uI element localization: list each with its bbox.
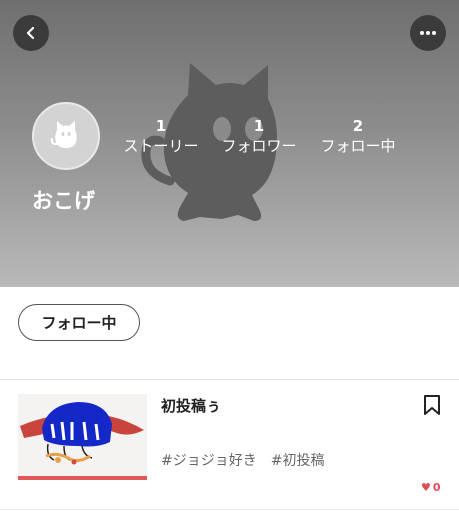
card-divider [0, 509, 459, 510]
more-horizontal-icon [420, 31, 436, 35]
stat-following[interactable]: 2 フォロー中 [316, 117, 400, 156]
story-card[interactable]: 初投稿ぅ #ジョジョ好き #初投稿 ♥ 0 [0, 380, 459, 512]
story-tags: #ジョジョ好き #初投稿 [161, 450, 324, 470]
stat-followers[interactable]: 1 フォロワー [217, 117, 301, 156]
story-likes: ♥ 0 [421, 481, 441, 494]
stat-stories-label: ストーリー [123, 137, 199, 155]
stat-following-label: フォロー中 [320, 137, 396, 155]
story-tag[interactable]: #ジョジョ好き [161, 450, 257, 470]
cat-avatar-icon [50, 121, 77, 148]
stat-following-count: 2 [352, 117, 364, 135]
profile-header: 1 ストーリー 1 フォロワー 2 フォロー中 おこげ [0, 0, 459, 287]
heart-icon: ♥ [421, 480, 431, 494]
username: おこげ [32, 189, 95, 213]
chevron-left-icon [26, 26, 35, 40]
stat-followers-label: フォロワー [221, 137, 297, 155]
story-thumbnail[interactable] [18, 394, 147, 480]
story-title[interactable]: 初投稿ぅ [161, 395, 221, 416]
story-tag[interactable]: #初投稿 [271, 450, 325, 470]
bookmark-icon[interactable] [423, 394, 441, 416]
stat-followers-count: 1 [253, 117, 265, 135]
stat-stories-count: 1 [155, 117, 167, 135]
like-count: 0 [432, 481, 441, 494]
back-button[interactable] [13, 15, 49, 51]
following-button[interactable]: フォロー中 [18, 304, 140, 341]
more-options-button[interactable] [410, 15, 446, 51]
avatar[interactable] [32, 102, 100, 170]
drawing-thumbnail-image [18, 394, 147, 476]
stat-stories[interactable]: 1 ストーリー [119, 117, 203, 156]
